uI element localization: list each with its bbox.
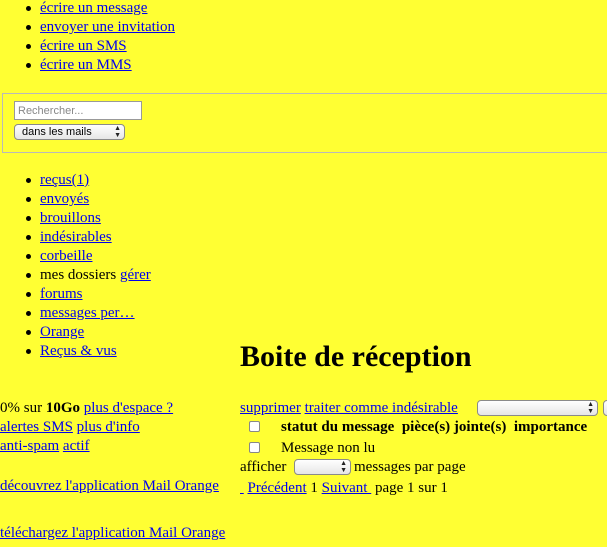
compose-menu-item: envoyer une invitation bbox=[0, 18, 175, 37]
folder-link-custom-messages[interactable]: messages per… bbox=[40, 305, 135, 321]
write-mms-link[interactable]: écrire un MMS bbox=[40, 57, 132, 73]
search-scope-select[interactable]: dans les mails ▲ ▼ bbox=[14, 124, 125, 140]
more-space-link[interactable]: plus d'espace ? bbox=[84, 400, 173, 416]
discover-app-row: découvrez l'application Mail Orange bbox=[0, 477, 219, 496]
storage-percent: 0% sur bbox=[0, 400, 46, 416]
folder-item-trash: corbeille bbox=[0, 247, 151, 266]
antispam-info: anti-spam actif bbox=[0, 437, 90, 456]
header-importance: importance bbox=[513, 419, 588, 435]
sms-more-info-link[interactable]: plus d'info bbox=[77, 419, 140, 435]
folder-item-drafts: brouillons bbox=[0, 209, 151, 228]
pagination: Précédent 1 Suivant page 1 sur 1 bbox=[240, 479, 448, 498]
antispam-status-link[interactable]: actif bbox=[63, 438, 90, 454]
select-all-checkbox[interactable] bbox=[249, 421, 260, 432]
search-scope-value: dans les mails bbox=[22, 126, 92, 138]
per-page-suffix: messages par page bbox=[354, 459, 466, 475]
select-arrows-icon: ▲ ▼ bbox=[114, 125, 121, 139]
storage-info: 0% sur 10Go plus d'espace ? bbox=[0, 399, 173, 418]
folder-menu: reçus(1) envoyés brouillons indésirables… bbox=[0, 171, 151, 361]
folder-link-trash[interactable]: corbeille bbox=[40, 248, 92, 264]
folder-item-orange: Orange bbox=[0, 323, 151, 342]
next-page-link[interactable]: Suivant bbox=[322, 480, 368, 496]
header-attachments: pièce(s) jointe(s) bbox=[401, 419, 507, 435]
write-message-link[interactable]: écrire un message bbox=[40, 0, 147, 16]
show-label: afficher bbox=[240, 459, 287, 475]
header-message-status: statut du message bbox=[281, 419, 395, 435]
folder-item-forums: forums bbox=[0, 285, 151, 304]
manage-folders-link[interactable]: gérer bbox=[120, 267, 151, 283]
folder-link-forums[interactable]: forums bbox=[40, 286, 83, 302]
antispam-link[interactable]: anti-spam bbox=[0, 438, 59, 454]
folder-link-received-seen[interactable]: Reçus & vus bbox=[40, 343, 117, 359]
prev-gap-link[interactable] bbox=[240, 480, 244, 496]
message-table-header: statut du message pièce(s) jointe(s) imp… bbox=[281, 418, 587, 437]
search-panel: dans les mails ▲▼ bbox=[2, 93, 607, 153]
discover-app-link[interactable]: découvrez l'application Mail Orange bbox=[0, 478, 219, 494]
folder-item-received-seen: Reçus & vus bbox=[0, 342, 151, 361]
folder-item-spam: indésirables bbox=[0, 228, 151, 247]
move-to-folder-select[interactable]: ▲ ▼ bbox=[477, 400, 598, 416]
folder-item-sent: envoyés bbox=[0, 190, 151, 209]
page-info: page 1 sur 1 bbox=[374, 480, 448, 496]
current-page-number: 1 bbox=[310, 480, 318, 496]
apply-action-button[interactable] bbox=[603, 400, 607, 416]
folder-link-orange[interactable]: Orange bbox=[40, 324, 84, 340]
next-gap-link[interactable] bbox=[367, 480, 371, 496]
folder-link-sent[interactable]: envoyés bbox=[40, 191, 89, 207]
folder-link-spam[interactable]: indésirables bbox=[40, 229, 112, 245]
delete-link[interactable]: supprimer bbox=[240, 400, 301, 416]
folder-link-drafts[interactable]: brouillons bbox=[40, 210, 101, 226]
compose-menu-item: écrire un message bbox=[0, 0, 175, 18]
page-title: Boite de réception bbox=[240, 340, 472, 373]
previous-page-link[interactable]: Précédent bbox=[248, 480, 307, 496]
mark-as-spam-link[interactable]: traiter comme indésirable bbox=[305, 400, 458, 416]
select-arrows-icon: ▲ ▼ bbox=[587, 401, 594, 415]
download-app-row: téléchargez l'application Mail Orange bbox=[0, 524, 225, 543]
folder-item-inbox: reçus(1) bbox=[0, 171, 151, 190]
message-actions: supprimer traiter comme indésirable bbox=[240, 399, 458, 418]
download-app-link[interactable]: téléchargez l'application Mail Orange bbox=[0, 525, 225, 541]
folder-item-custom-messages: messages per… bbox=[0, 304, 151, 323]
select-arrows-icon: ▲ ▼ bbox=[340, 460, 347, 474]
compose-menu-item: écrire un MMS bbox=[0, 56, 175, 75]
send-invitation-link[interactable]: envoyer une invitation bbox=[40, 19, 175, 35]
per-page-select[interactable]: ▲ ▼ bbox=[294, 459, 351, 475]
folder-item-my-folders: mes dossiers gérer bbox=[0, 266, 151, 285]
sms-alerts-info: alertes SMS plus d'info bbox=[0, 418, 140, 437]
folder-link-inbox[interactable]: reçus(1) bbox=[40, 172, 89, 188]
my-folders-label: mes dossiers bbox=[40, 267, 117, 283]
sms-alerts-link[interactable]: alertes SMS bbox=[0, 419, 73, 435]
unread-filter-checkbox[interactable] bbox=[249, 442, 260, 453]
search-input[interactable] bbox=[14, 101, 142, 120]
compose-menu: écrire un message envoyer une invitation… bbox=[0, 0, 175, 75]
storage-quota: 10Go bbox=[45, 400, 80, 416]
unread-filter-label: Message non lu bbox=[281, 440, 376, 456]
write-sms-link[interactable]: écrire un SMS bbox=[40, 38, 127, 54]
compose-menu-item: écrire un SMS bbox=[0, 37, 175, 56]
